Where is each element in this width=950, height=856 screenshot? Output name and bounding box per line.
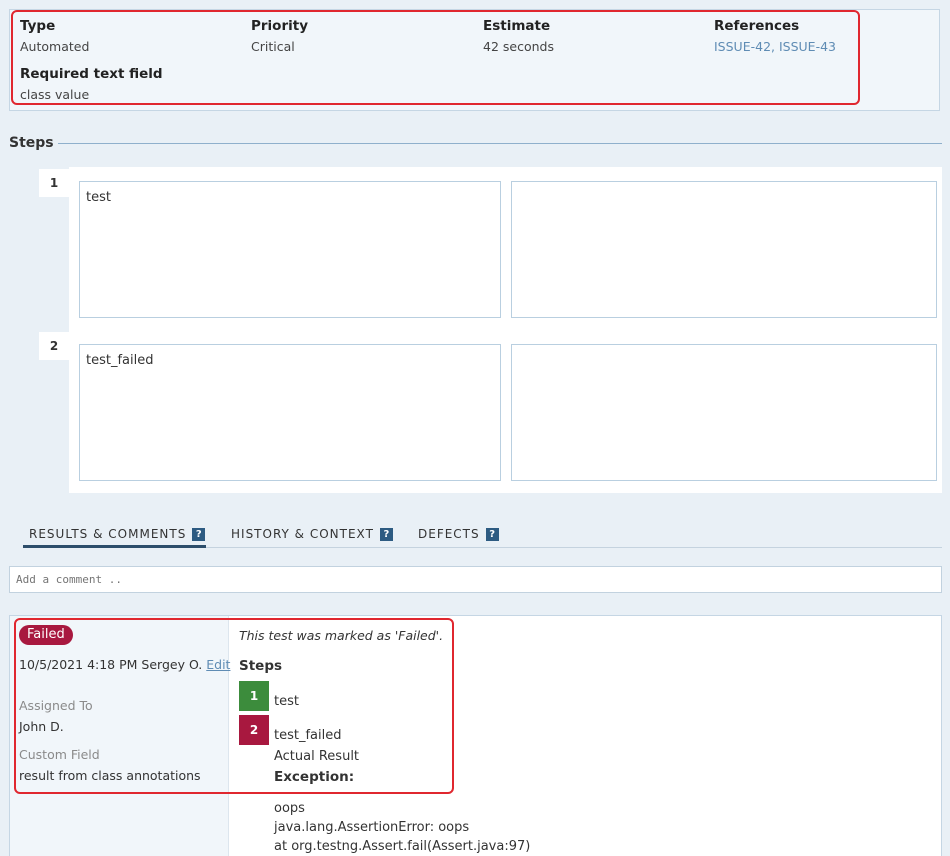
exception-line: at org.testng.Assert.fail(Assert.java:97… [274,839,531,854]
steps-heading: Steps [9,135,54,151]
step-number: 1 [39,169,69,197]
help-icon[interactable]: ? [192,528,206,541]
tab-results-comments[interactable]: RESULTS & COMMENTS? [29,527,206,541]
tab-label: RESULTS & COMMENTS [29,527,187,541]
step-expected-field[interactable] [511,181,937,318]
tab-history-context[interactable]: HISTORY & CONTEXT? [231,527,393,541]
exception-line: oops [274,801,305,816]
step-content-field[interactable]: test [79,181,501,318]
tab-defects[interactable]: DEFECTS? [418,527,499,541]
help-icon[interactable]: ? [379,528,393,541]
result-highlight-box [14,618,454,794]
fields-highlight-box [11,10,860,105]
exception-line: java.lang.AssertionError: oops [274,820,470,835]
step-content-field[interactable]: test_failed [79,344,501,481]
tab-label: DEFECTS [418,527,480,541]
step-number: 2 [39,332,69,360]
comment-input[interactable] [9,566,942,593]
active-tab-indicator [23,545,206,548]
step-expected-field[interactable] [511,344,937,481]
help-icon[interactable]: ? [485,528,499,541]
steps-divider [58,143,942,144]
tab-label: HISTORY & CONTEXT [231,527,374,541]
